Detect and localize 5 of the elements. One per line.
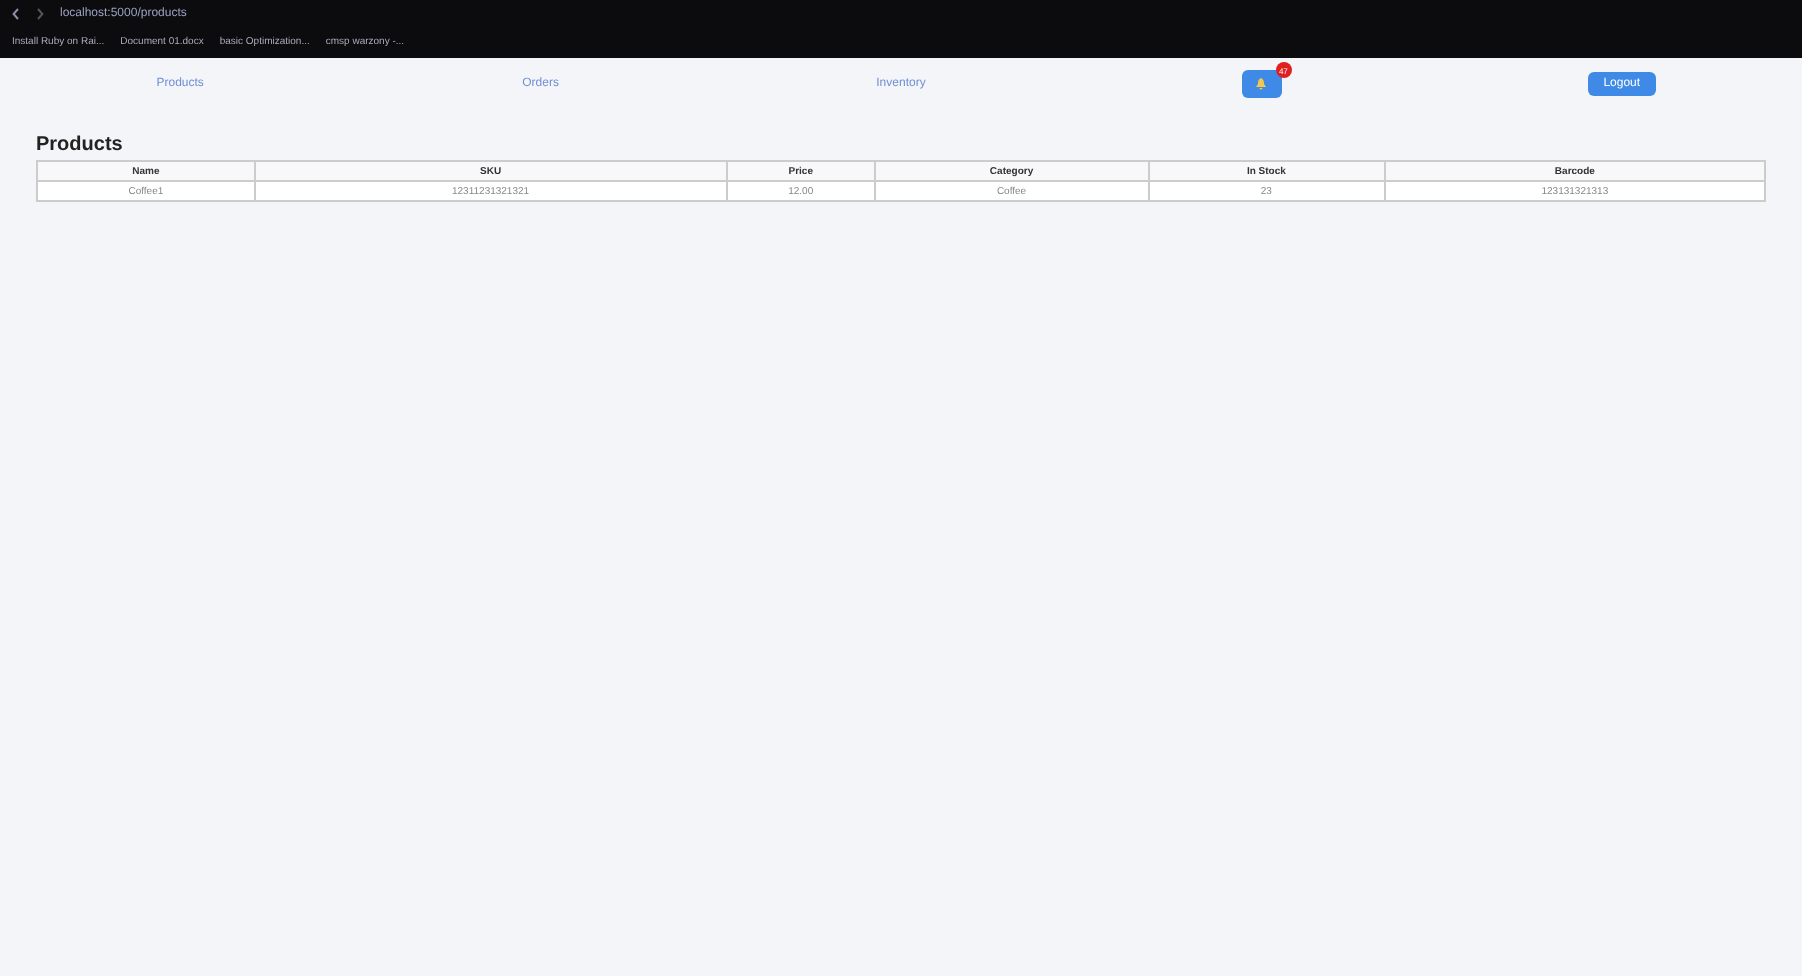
forward-icon[interactable] xyxy=(36,8,44,20)
back-icon[interactable] xyxy=(12,8,20,20)
bell-icon xyxy=(1256,78,1267,90)
notifications-button[interactable] xyxy=(1241,70,1282,98)
page-title: Products xyxy=(36,134,125,156)
